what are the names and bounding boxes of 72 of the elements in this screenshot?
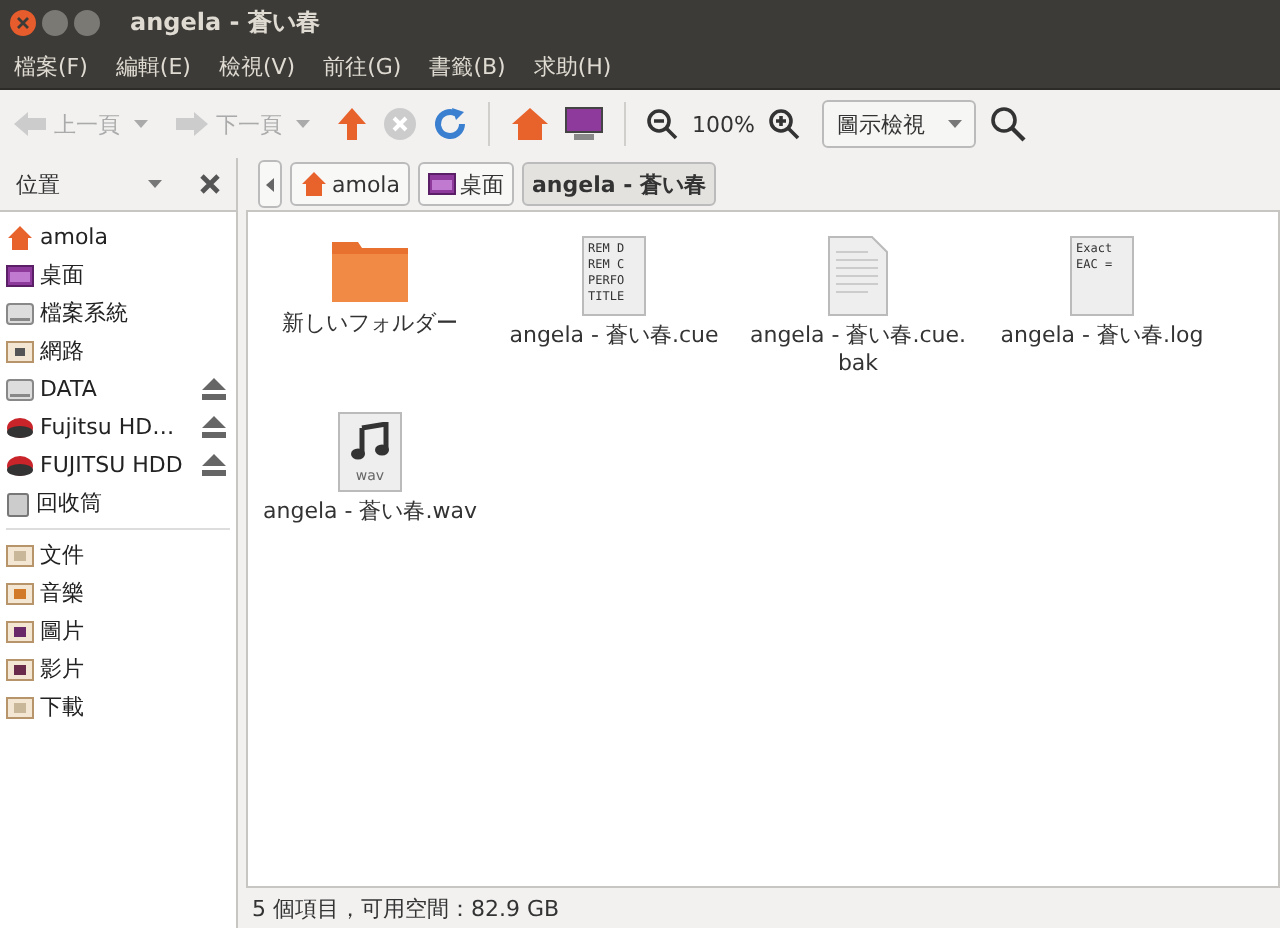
sidebar-item[interactable]: 桌面 [0,256,236,294]
menu-item[interactable]: 求助(H) [533,51,612,81]
sidebar-item[interactable]: 圖片 [0,612,236,650]
menu-item[interactable]: 書籤(B) [429,51,506,81]
sidebar-item[interactable]: Fujitsu HD… [0,408,236,446]
close-icon[interactable] [200,174,220,194]
path-button[interactable]: amola [290,162,410,206]
menu-item[interactable]: 檢視(V) [218,51,296,81]
text-file-icon[interactable] [828,236,888,316]
left-triangle-icon [266,177,274,191]
menu-item[interactable]: 檔案(F) [14,51,88,81]
sidebar-item[interactable]: amola [0,218,236,256]
search-icon[interactable] [990,106,1027,142]
sidebar-item[interactable]: 下載 [0,688,236,726]
pictures-folder-icon [6,619,34,643]
downloads-folder-icon [6,695,34,719]
documents-folder-icon [6,543,34,567]
sidebar-item[interactable]: 回收筒 [0,484,236,522]
file-name: angela - 蒼い春.cue [509,322,719,351]
zoom-in-icon[interactable] [768,108,801,140]
network-folder-icon [6,339,34,363]
window-title: angela - 蒼い春 [130,5,320,39]
places-dropdown[interactable]: 位置 [16,169,162,199]
right-arrow-icon [174,110,210,138]
computer-icon[interactable] [564,106,604,142]
file-name: angela - 蒼い春.cue. bak [749,322,966,380]
sidebar-item[interactable]: 影片 [0,650,236,688]
sidebar-item[interactable]: 文件 [0,536,236,574]
view-dropdown[interactable]: 圖示檢視 [822,100,977,148]
path-button[interactable]: angela - 蒼い春 [521,162,716,206]
sidebar-item[interactable]: 檔案系統 [0,294,236,332]
scroll-left-button[interactable] [258,160,282,208]
caret-icon[interactable] [134,120,148,128]
home-icon [6,223,34,251]
sidebar-item[interactable]: 網路 [0,332,236,370]
up-arrow-icon[interactable] [336,106,368,142]
videos-folder-icon [6,657,34,681]
home-icon [300,170,328,198]
minimize-button[interactable] [42,9,68,35]
file-name: angela - 蒼い春.wav [263,498,477,527]
caret-icon[interactable] [296,120,310,128]
desktop-icon [6,263,34,287]
hard-disk-icon [6,415,34,439]
menu-item[interactable]: 編輯(E) [115,51,191,81]
caret-icon [948,120,963,128]
status-text: 5 個項目，可用空間：82.9 GB [252,893,560,923]
menu-item[interactable]: 前往(G) [323,51,402,81]
reload-icon[interactable] [432,106,468,142]
zoom-out-icon[interactable] [646,108,678,140]
home-icon[interactable] [510,106,550,142]
drive-icon [6,301,34,325]
path-button[interactable]: 桌面 [417,162,514,206]
sidebar-item[interactable]: 音樂 [0,574,236,612]
music-folder-icon [6,581,34,605]
caret-icon [148,180,162,188]
maximize-button[interactable] [74,9,100,35]
left-arrow-icon [12,110,48,138]
trash-icon [6,489,30,517]
file-name: angela - 蒼い春.log [1000,322,1204,351]
drive-icon [6,377,34,401]
close-icon [16,15,30,29]
zoom-level: 100% [692,111,755,137]
eject-icon[interactable] [202,416,226,438]
hard-disk-icon [6,453,34,477]
close-button[interactable] [10,9,36,35]
folder-icon[interactable] [330,236,410,304]
eject-icon[interactable] [202,454,226,476]
file-name: 新しいフォルダー [282,310,458,339]
eject-icon[interactable] [202,378,226,400]
sidebar-item[interactable]: FUJITSU HDD [0,446,236,484]
sidebar-item[interactable]: DATA [0,370,236,408]
desktop-icon [427,172,456,196]
